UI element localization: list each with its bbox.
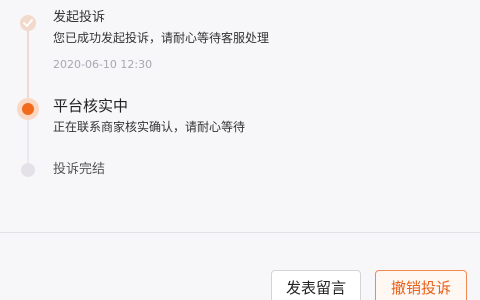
step-pending-dot-icon [21, 163, 35, 177]
footer-divider [0, 232, 480, 233]
timeline-step-verifying: 平台核实中 正在联系商家核实确认，请耐心等待 [53, 96, 245, 136]
step-title: 投诉完结 [53, 162, 106, 177]
step-description: 正在联系商家核实确认，请耐心等待 [53, 120, 246, 134]
leave-message-button[interactable]: 发表留言 [271, 270, 361, 300]
step-title: 发起投诉 [53, 10, 106, 25]
timeline-step-completed: 投诉完结 [53, 161, 105, 179]
step-timestamp: 2020-06-10 12:30 [53, 58, 153, 71]
step-description: 您已成功发起投诉，请耐心等待客服处理 [53, 31, 270, 45]
step-current-dot-icon [17, 98, 39, 120]
timeline-step-submitted: 发起投诉 您已成功发起投诉，请耐心等待客服处理 2020-06-10 12:30 [53, 9, 269, 73]
timeline-connector [27, 118, 29, 164]
step-done-check-icon [20, 15, 36, 31]
cancel-complaint-button[interactable]: 撤销投诉 [375, 270, 467, 300]
timeline-connector [27, 30, 29, 98]
complaint-progress-timeline: 发起投诉 您已成功发起投诉，请耐心等待客服处理 2020-06-10 12:30… [0, 0, 480, 230]
step-title: 平台核实中 [53, 97, 129, 115]
